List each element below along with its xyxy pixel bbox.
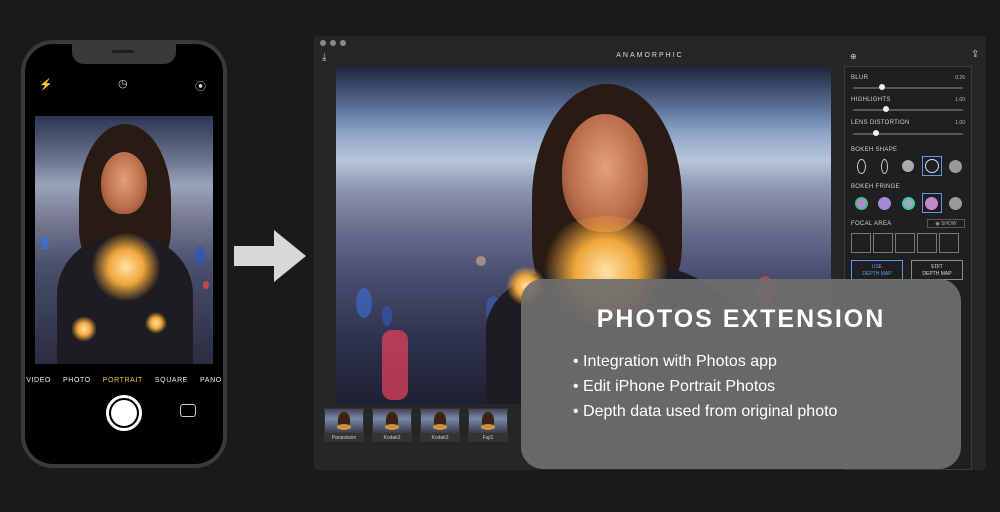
timer-icon[interactable]: ◷ — [118, 77, 128, 90]
camera-mode-bar[interactable]: VIDEO PHOTO PORTRAIT SQUARE PANO — [25, 377, 223, 384]
card-title: PHOTOS EXTENSION — [596, 305, 886, 333]
preset-thumbnail-image — [469, 409, 507, 433]
blur-label: BLUR — [851, 75, 869, 81]
use-depth-map-button[interactable]: USE DEPTH MAP — [851, 260, 903, 280]
lens-distortion-slider-knob[interactable] — [873, 130, 879, 136]
highlights-slider[interactable] — [853, 106, 963, 112]
feature-item: Depth data used from original photo — [573, 399, 837, 424]
lens-distortion-label: LENS DISTORTION — [851, 120, 910, 126]
bokeh-shape-label: BOKEH SHAPE — [851, 147, 898, 153]
preset-label: Kodak2 — [383, 435, 401, 441]
preset-label: Panavision — [331, 435, 357, 441]
window-controls[interactable] — [320, 40, 346, 46]
eye-icon: ◉ — [935, 221, 940, 227]
focal-area-cell[interactable] — [939, 233, 959, 253]
shutter-button[interactable] — [106, 395, 142, 431]
bokeh-shape-ring[interactable] — [921, 156, 942, 176]
preset-thumbnail[interactable]: Fuji1 — [468, 408, 508, 442]
mode-photo[interactable]: PHOTO — [63, 377, 91, 384]
share-icon[interactable]: ⇪ — [971, 50, 979, 60]
fringe-magenta[interactable] — [921, 193, 942, 213]
preset-thumbnail-strip[interactable]: Panavision Kodak2 Kodak3 Fuji1 — [324, 408, 508, 442]
fringe-none[interactable] — [945, 193, 965, 213]
zoom-window-dot[interactable] — [340, 40, 346, 46]
preset-label: Kodak3 — [431, 435, 449, 441]
highlights-value: 1.00 — [955, 97, 965, 103]
preset-thumbnail-image — [421, 409, 459, 433]
bokeh-shape-options[interactable] — [851, 156, 965, 176]
lens-distortion-slider[interactable] — [853, 130, 963, 136]
compare-icon[interactable]: ⊕ — [850, 52, 857, 62]
preset-thumbnail[interactable]: Kodak3 — [420, 408, 460, 442]
bokeh-fringe-label: BOKEH FRINGE — [851, 184, 900, 190]
lens-distortion-value: 1.00 — [955, 120, 965, 126]
app-title: ANAMORPHIC — [616, 52, 684, 59]
edit-depth-map-button[interactable]: EDIT DEPTH MAP — [911, 260, 963, 280]
mode-square[interactable]: SQUARE — [155, 377, 188, 384]
filters-icon[interactable]: ⦿ — [195, 78, 206, 94]
bokeh-shape-disc[interactable] — [898, 156, 918, 176]
flash-off-icon[interactable]: ⚡ — [39, 78, 53, 91]
feature-list: Integration with Photos app Edit iPhone … — [573, 349, 837, 424]
close-window-dot[interactable] — [320, 40, 326, 46]
arrow-right-icon — [234, 230, 306, 282]
focal-area-grid[interactable] — [851, 233, 959, 253]
focal-area-cell[interactable] — [851, 233, 871, 253]
camera-viewfinder — [35, 116, 213, 364]
edit-depth-map-line2: DEPTH MAP — [922, 271, 952, 277]
bokeh-fringe-options[interactable] — [851, 193, 965, 213]
focal-area-cell[interactable] — [895, 233, 915, 253]
import-icon[interactable]: ⤓ — [322, 53, 326, 63]
fringe-teal[interactable] — [898, 193, 918, 213]
show-toggle-label: SHOW — [941, 221, 957, 227]
focal-area-label: FOCAL AREA — [851, 221, 892, 227]
blur-value: 0.26 — [955, 75, 965, 81]
highlights-label: HIGHLIGHTS — [851, 97, 891, 103]
camera-screen: ⚡ ◷ ⦿ VIDEO PHOTO PORTRAIT SQUARE PANO — [25, 44, 223, 464]
bokeh-shape-soft-disc[interactable] — [945, 156, 965, 176]
camera-flip-icon[interactable] — [180, 404, 196, 417]
photos-extension-card: PHOTOS EXTENSION Integration with Photos… — [521, 279, 961, 469]
show-focal-area-toggle[interactable]: ◉ SHOW — [927, 219, 965, 228]
focal-area-cell[interactable] — [917, 233, 937, 253]
fringe-purple[interactable] — [875, 193, 895, 213]
mode-video[interactable]: VIDEO — [26, 377, 51, 384]
iphone-mockup: ⚡ ◷ ⦿ VIDEO PHOTO PORTRAIT SQUARE PANO — [21, 40, 227, 468]
feature-item: Edit iPhone Portrait Photos — [573, 374, 837, 399]
blur-slider-knob[interactable] — [879, 84, 885, 90]
mode-portrait[interactable]: PORTRAIT — [103, 377, 143, 384]
preset-thumbnail-image — [325, 409, 363, 433]
edit-depth-map-line1: EDIT — [931, 264, 943, 270]
preset-label: Fuji1 — [482, 435, 494, 441]
bokeh-shape-thin-oval[interactable] — [875, 156, 895, 176]
highlights-slider-knob[interactable] — [883, 106, 889, 112]
portrait-subject — [35, 116, 213, 364]
use-depth-map-line1: USE — [871, 264, 883, 270]
preset-thumbnail[interactable]: Panavision — [324, 408, 364, 442]
feature-item: Integration with Photos app — [573, 349, 837, 374]
preset-thumbnail-image — [373, 409, 411, 433]
preset-thumbnail[interactable]: Kodak2 — [372, 408, 412, 442]
blur-slider[interactable] — [853, 84, 963, 90]
minimize-window-dot[interactable] — [330, 40, 336, 46]
use-depth-map-line2: DEPTH MAP — [862, 271, 892, 277]
mode-pano[interactable]: PANO — [200, 377, 222, 384]
focal-area-cell[interactable] — [873, 233, 893, 253]
phone-notch — [72, 44, 176, 64]
fringe-green-purple[interactable] — [851, 193, 871, 213]
bokeh-shape-oval[interactable] — [851, 156, 871, 176]
